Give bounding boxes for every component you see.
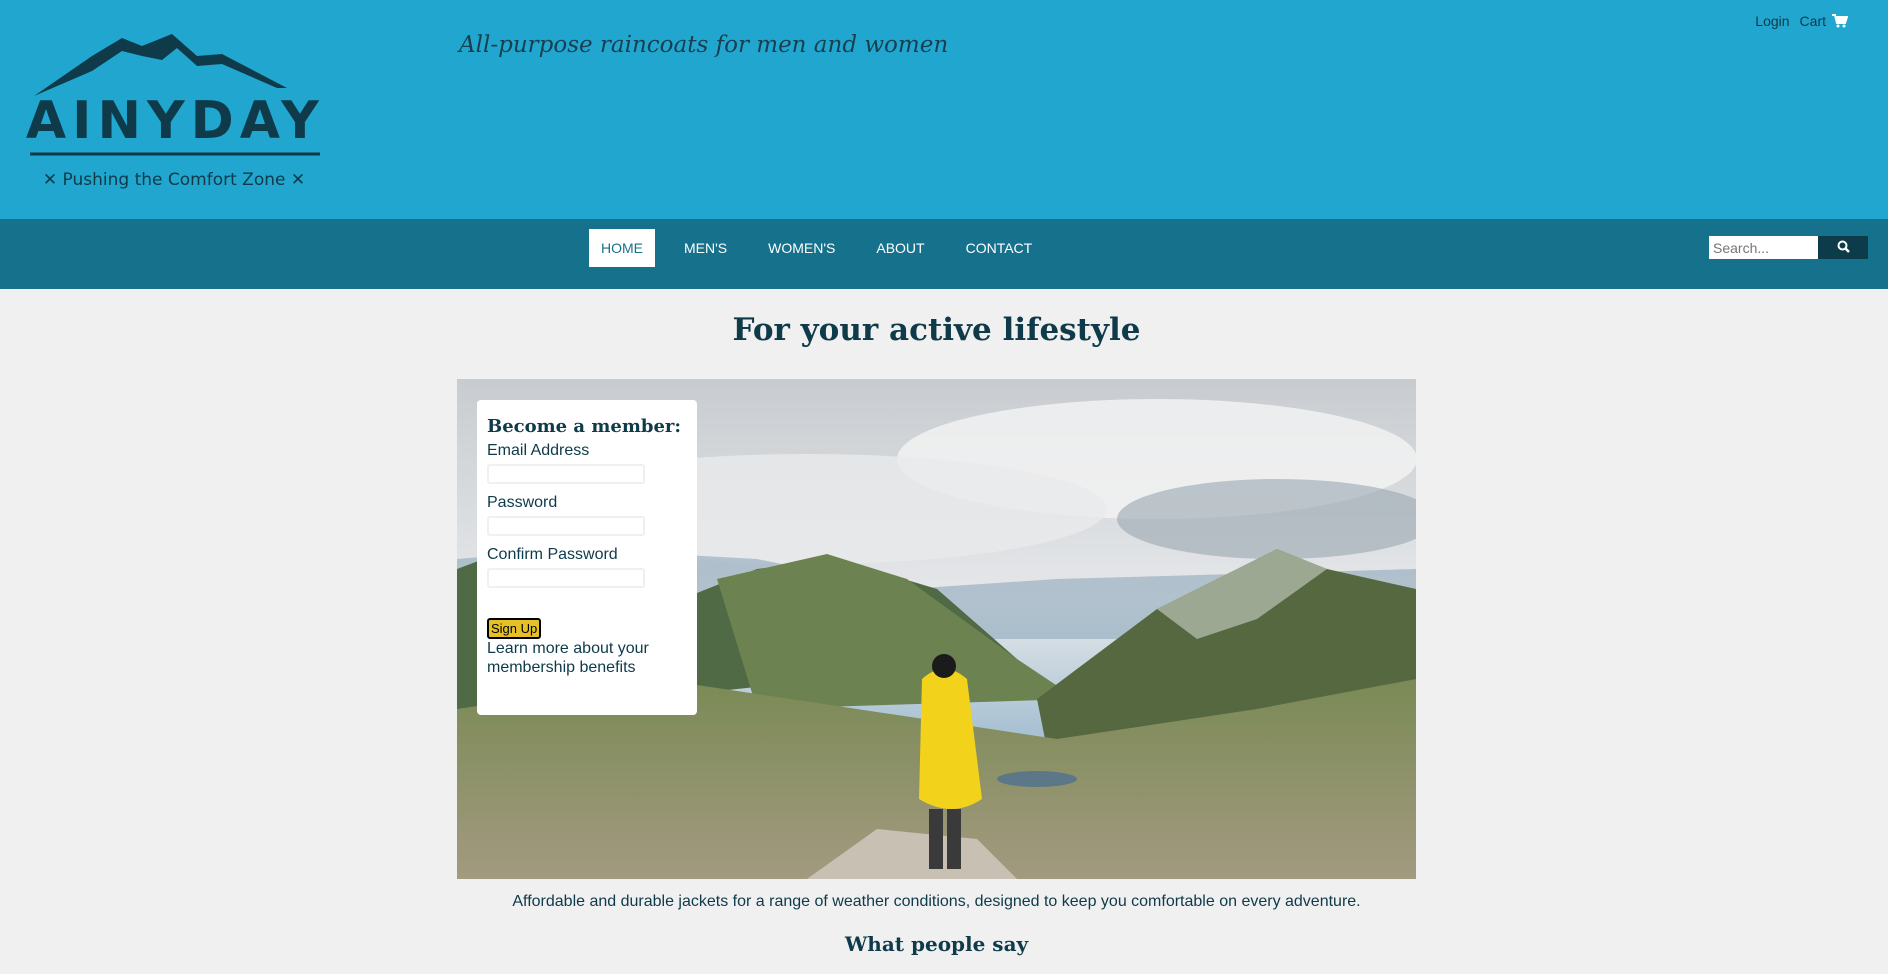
signup-card: Become a member: Email Address Password … xyxy=(477,400,697,715)
nav-menu: HOME MEN'S WOMEN'S ABOUT CONTACT xyxy=(589,229,1061,267)
password-field[interactable] xyxy=(487,516,645,536)
logo-word: RAINYDAYS xyxy=(22,91,327,151)
search-form xyxy=(1709,236,1868,259)
cart-label: Cart xyxy=(1799,13,1826,29)
membership-benefits-link[interactable]: Learn more about your membership benefit… xyxy=(487,639,687,677)
logo-graphic: RAINYDAYS ✕ Pushing the Comfort Zone ✕ xyxy=(0,34,362,190)
product-description: Affordable and durable jackets for a ran… xyxy=(512,893,1361,910)
main-navigation: HOME MEN'S WOMEN'S ABOUT CONTACT xyxy=(0,219,1888,289)
logo-slogan: ✕ Pushing the Comfort Zone ✕ xyxy=(43,170,305,190)
user-links: Login Cart xyxy=(1755,13,1848,29)
password-label: Password xyxy=(487,494,558,511)
search-button[interactable] xyxy=(1818,236,1868,259)
signup-title: Become a member: xyxy=(487,416,682,437)
rainydays-logo[interactable]: RAINYDAYS ✕ Pushing the Comfort Zone ✕ xyxy=(0,26,362,196)
shopping-cart-icon xyxy=(1832,14,1848,28)
nav-item-home[interactable]: HOME xyxy=(589,229,655,267)
nav-item-contact[interactable]: CONTACT xyxy=(954,229,1045,267)
signup-button[interactable]: Sign Up xyxy=(487,618,542,639)
email-field[interactable] xyxy=(487,464,645,484)
site-header: RAINYDAYS ✕ Pushing the Comfort Zone ✕ A… xyxy=(0,0,1888,219)
login-link[interactable]: Login xyxy=(1755,13,1789,29)
page-title: For your active lifestyle xyxy=(732,312,1141,348)
email-label: Email Address xyxy=(487,442,590,459)
site-tagline: All-purpose raincoats for men and women xyxy=(459,32,949,58)
nav-item-about[interactable]: ABOUT xyxy=(864,229,936,267)
nav-item-mens[interactable]: MEN'S xyxy=(672,229,739,267)
nav-item-womens[interactable]: WOMEN'S xyxy=(756,229,847,267)
confirm-password-field[interactable] xyxy=(487,568,645,588)
search-input[interactable] xyxy=(1709,236,1818,259)
testimonials-heading: What people say xyxy=(844,932,1029,956)
search-icon xyxy=(1837,240,1850,256)
confirm-password-label: Confirm Password xyxy=(487,546,618,563)
cart-link[interactable]: Cart xyxy=(1800,13,1848,29)
